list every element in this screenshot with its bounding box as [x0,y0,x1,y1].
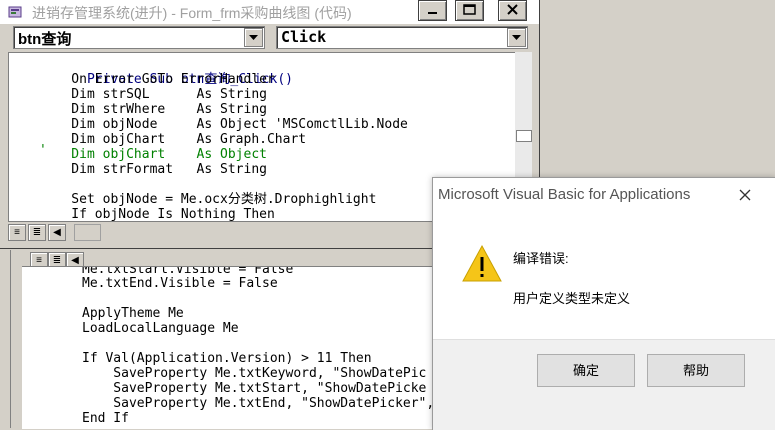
full-module-view-button[interactable]: ≣ [28,224,46,241]
close-icon[interactable] [735,185,755,205]
error-dialog: Microsoft Visual Basic for Applications … [432,177,775,430]
procedure-combo-value: Click [281,28,327,46]
code-line: Dim strWhere As String [40,102,267,117]
ok-button[interactable]: 确定 [537,354,635,387]
code-line: Me.txtEnd.Visible = False [82,276,278,291]
code-line: If Val(Application.Version) > 11 Then [82,351,372,366]
code-line: Dim strSQL As String [40,87,267,102]
object-combo-dropdown[interactable] [244,28,263,47]
title-bar[interactable]: 进销存管理系统(进升) - Form_frm采购曲线图 (代码) [0,0,539,24]
module-icon [8,6,22,18]
dialog-footer: 确定 帮助 [433,339,775,430]
code-line: SaveProperty Me.txtStart, "ShowDatePicke [82,381,427,396]
procedure-view-button[interactable]: ≡ [8,224,26,241]
commented-code-line: Dim objChart As Object [40,147,267,162]
object-combo-value: btn查询 [18,31,72,48]
scroll-left-button[interactable]: ◀ [48,224,66,241]
window-edge [0,250,11,428]
object-combo[interactable]: btn查询 [13,26,265,49]
code-line: SaveProperty Me.txtKeyword, "ShowDatePic [82,366,427,381]
warning-icon [462,244,502,282]
dialog-title: Microsoft Visual Basic for Applications [438,186,691,203]
close-button[interactable] [498,0,527,21]
code-line: ApplyTheme Me [82,306,184,321]
help-button[interactable]: 帮助 [647,354,745,387]
procedure-combo[interactable]: Click [276,26,528,49]
error-message: 用户定义类型未定义 [513,291,631,306]
minimize-button[interactable] [418,0,447,21]
close-icon [507,4,518,15]
code-line: Dim objChart As Graph.Chart [40,132,307,147]
chevron-down-icon [249,35,258,40]
horizontal-scrollbar[interactable] [74,224,101,241]
code-line: On Error GoTo ErrorHandler [40,72,275,87]
procedure-combo-dropdown[interactable] [507,28,526,47]
code-line: Set objNode = Me.ocx分类树.Drophighlight [40,192,377,207]
maximize-icon [463,4,476,15]
maximize-button[interactable] [455,0,484,21]
code-line: Dim objNode As Object 'MSComctlLib.Node [40,117,408,132]
code-line: End If [82,411,129,426]
error-heading: 编译错误: [513,251,569,266]
code-line: Dim strFormat As String [40,162,267,177]
code-line: If objNode Is Nothing Then [40,207,275,222]
scrollbar-thumb[interactable] [516,130,532,142]
code-line: LoadLocalLanguage Me [82,321,239,336]
minimize-icon [428,12,437,14]
window-title: 进销存管理系统(进升) - Form_frm采购曲线图 (代码) [32,5,352,21]
chevron-down-icon [512,35,521,40]
